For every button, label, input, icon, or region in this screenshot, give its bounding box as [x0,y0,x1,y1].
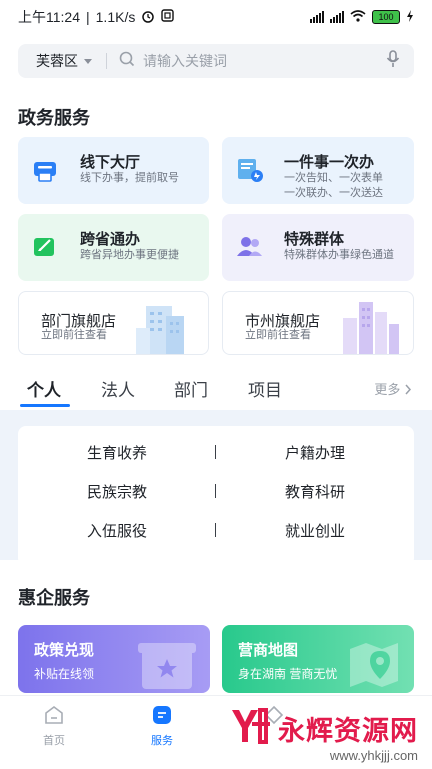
cross-province-card[interactable]: 跨省通办 跨省异地办事更便捷 [18,214,209,281]
service-icon [151,704,173,729]
signal-icon-2 [330,11,344,23]
home-icon [43,704,65,729]
charging-icon [406,9,414,25]
more-label: 更多 [374,382,401,397]
category-divider [215,445,216,459]
city-store-card[interactable]: 市州旗舰店 立即前往查看 [222,291,414,355]
signal-icon-1 [310,11,324,23]
department-store-card[interactable]: 部门旗舰店 立即前往查看 [18,291,209,355]
caret-down-icon [84,58,92,64]
battery-icon: 100 [372,10,400,24]
region-selector[interactable]: 芙蓉区 [36,51,92,71]
status-divider: | [86,9,90,25]
search-bar: 芙蓉区 请输入关键词 [18,44,414,78]
category-birth-adoption[interactable]: 生育收养 [42,442,192,463]
city-store-subtitle: 立即前往查看 [245,329,311,341]
status-bar: 上午11:24 | 1.1K/s 100 [0,0,432,34]
category-military-service[interactable]: 入伍服役 [42,520,192,541]
business-map-card[interactable]: 营商地图 身在湖南 营商无忧 [222,625,414,693]
one-thing-card[interactable]: 一件事一次办 一次告知、一次表单 一次联办、一次送达 [222,137,414,204]
category-divider [215,523,216,537]
offline-hall-card[interactable]: 线下大厅 线下办事，提前取号 [18,137,209,204]
cross-province-subtitle: 跨省异地办事更便捷 [80,249,179,261]
department-store-subtitle: 立即前往查看 [41,329,107,341]
offline-hall-title: 线下大厅 [80,154,141,171]
people-icon [236,234,262,260]
enterprise-services-title: 惠企服务 [18,588,90,608]
service-tabs: 个人 法人 部门 项目 更多 [0,370,432,410]
business-map-subtitle: 身在湖南 营商无忧 [238,667,338,681]
special-groups-subtitle: 特殊群体办事绿色通道 [284,249,394,261]
category-divider [215,484,216,498]
category-education-research[interactable]: 教育科研 [240,481,390,502]
status-time: 上午11:24 [18,9,80,25]
offline-hall-subtitle: 线下办事，提前取号 [80,172,179,184]
policy-redemption-card[interactable]: 政策兑现 补贴在线领 [18,625,210,693]
one-thing-subtitle-1: 一次告知、一次表单 [284,172,383,184]
tab-project[interactable]: 项目 [248,376,282,401]
special-groups-card[interactable]: 特殊群体 特殊群体办事绿色通道 [222,214,414,281]
network-speed: 1.1K/s [95,9,136,25]
battery-level: 100 [378,12,394,22]
watermark-url: www.yhkjjj.com [329,748,418,763]
category-card: 生育收养 户籍办理 民族宗教 教育科研 入伍服役 就业创业 [18,426,414,566]
city-buildings-icon [337,298,401,354]
nav-home[interactable]: 首页 [24,704,84,748]
category-household[interactable]: 户籍办理 [240,442,390,463]
business-map-title: 营商地图 [238,642,299,659]
document-icon [236,157,263,183]
special-groups-title: 特殊群体 [284,231,345,248]
cross-province-title: 跨省通办 [80,231,141,248]
tab-department[interactable]: 部门 [174,376,208,401]
building-icon [130,300,194,354]
category-employment[interactable]: 就业创业 [240,520,390,541]
watermark-logo-icon [228,706,272,750]
search-input[interactable]: 请输入关键词 [143,51,386,71]
tab-legal-person[interactable]: 法人 [101,376,135,401]
microphone-icon[interactable] [386,50,400,72]
active-tab-indicator [20,404,70,407]
wifi-icon [350,9,366,25]
nav-service[interactable]: 服务 [132,704,192,748]
watermark-text: 永辉资源网 [278,715,418,746]
region-label: 芙蓉区 [36,53,78,69]
nfc-icon [161,9,175,25]
gov-services-title: 政务服务 [18,108,90,128]
chevron-right-icon [404,382,412,397]
edit-note-icon [32,234,58,260]
category-panel: 生育收养 户籍办理 民族宗教 教育科研 入伍服役 就业创业 [0,410,432,566]
search-divider [106,53,107,69]
map-pin-icon [346,637,402,693]
category-ethnic-religion[interactable]: 民族宗教 [42,481,192,502]
alarm-icon [141,9,155,26]
watermark: 永辉资源网 www.yhkjjj.com [228,706,418,763]
one-thing-subtitle-2: 一次联办、一次送达 [284,187,383,199]
one-thing-title: 一件事一次办 [284,154,375,171]
search-icon [119,51,135,71]
more-button[interactable]: 更多 [374,379,412,398]
ticket-machine-icon [32,157,58,183]
nav-home-label: 首页 [43,735,65,747]
policy-redemption-subtitle: 补贴在线领 [34,667,95,681]
policy-redemption-title: 政策兑现 [34,642,95,659]
tab-personal[interactable]: 个人 [27,376,61,401]
nav-service-label: 服务 [151,735,173,747]
star-box-icon [136,639,198,693]
